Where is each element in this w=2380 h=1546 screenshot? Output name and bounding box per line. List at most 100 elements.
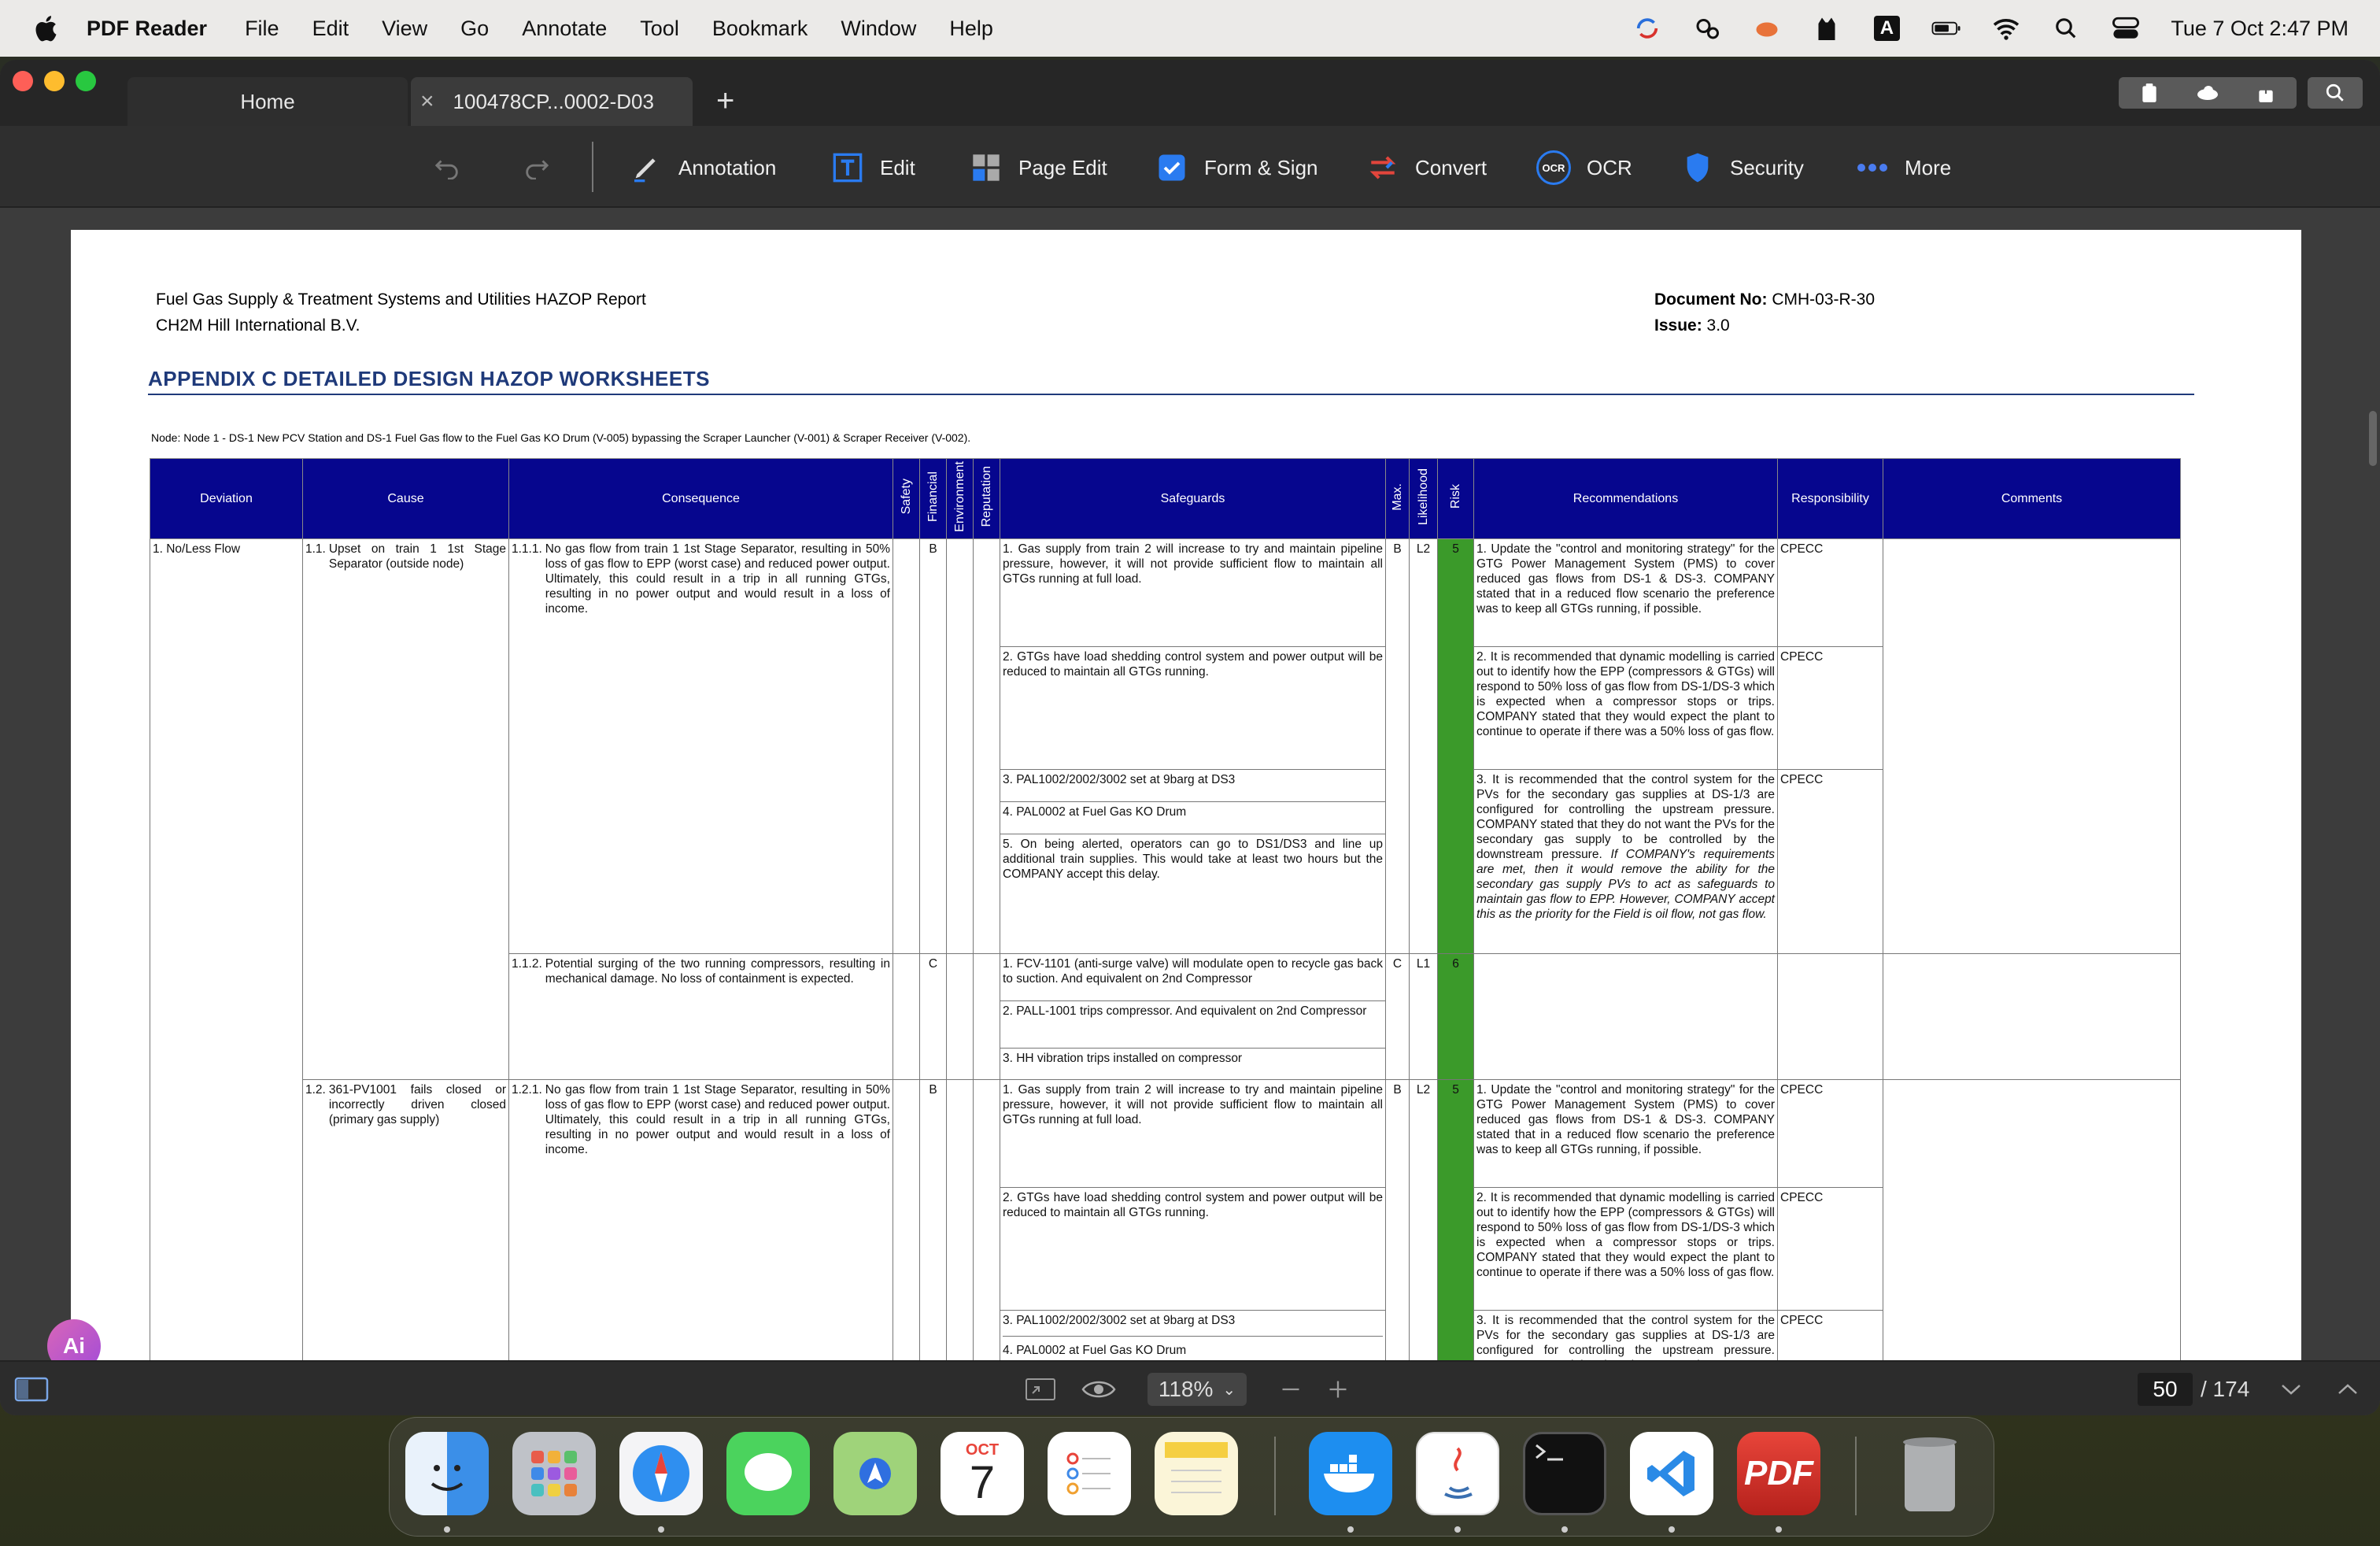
weather-icon[interactable] (1692, 13, 1722, 43)
main-toolbar: Annotation Edit Page Edit Form & Sign Co… (0, 126, 2380, 208)
consequence-cell: 1.1.2. Potential surging of the two runni… (508, 953, 893, 1080)
vscode-icon[interactable] (1630, 1432, 1713, 1515)
ocr-icon: OCR (1536, 150, 1571, 185)
wifi-icon[interactable] (1991, 13, 2021, 43)
menu-edit[interactable]: Edit (312, 17, 349, 41)
risk-cell: 6 (1437, 953, 1474, 1080)
apple-logo-icon[interactable] (31, 13, 63, 44)
more-tool[interactable]: More (1856, 150, 1951, 186)
cloud-icon[interactable] (2179, 85, 2237, 101)
safari-icon[interactable] (619, 1432, 703, 1515)
menu-file[interactable]: File (245, 17, 279, 41)
menu-bookmark[interactable]: Bookmark (712, 17, 808, 41)
control-center-icon[interactable] (2111, 13, 2141, 43)
status-menus: A Tue 7 Oct 2:47 PM (1632, 0, 2349, 57)
new-tab-button[interactable]: + (716, 83, 734, 119)
calendar-icon[interactable]: OCT 7 (941, 1432, 1024, 1515)
security-tool[interactable]: Security (1681, 150, 1804, 186)
col-safeguards: Safeguards (1000, 458, 1386, 539)
form-sign-tool[interactable]: Form & Sign (1155, 150, 1318, 186)
document-viewport[interactable]: Fuel Gas Supply & Treatment Systems and … (0, 208, 2380, 1415)
max-cell: B (1385, 1079, 1410, 1405)
tab-document[interactable]: × 100478CP...0002-D03 (411, 77, 693, 126)
safety-cell (893, 953, 920, 1080)
app-name-menu[interactable]: PDF Reader (87, 17, 207, 41)
docker-icon[interactable] (1309, 1432, 1392, 1515)
convert-icon (1366, 151, 1399, 184)
notes-icon[interactable] (1155, 1432, 1238, 1515)
menu-window[interactable]: Window (841, 17, 916, 41)
recommendation-cell: 3. It is recommended that the control sy… (1473, 769, 1778, 954)
reputation-cell (973, 1079, 1000, 1405)
spotlight-search-icon[interactable] (2051, 13, 2081, 43)
minus-icon (1282, 1388, 1299, 1391)
close-window-button[interactable] (13, 71, 33, 91)
minimize-window-button[interactable] (44, 71, 65, 91)
convert-tool[interactable]: Convert (1366, 150, 1487, 186)
edit-tool[interactable]: Edit (831, 150, 915, 186)
terminal-icon[interactable] (1523, 1432, 1606, 1515)
tab-document-label: 100478CP...0002-D03 (453, 89, 654, 113)
grid-icon (970, 151, 1003, 184)
menu-help[interactable]: Help (949, 17, 993, 41)
menu-annotate[interactable]: Annotate (522, 17, 607, 41)
calendar-day: 7 (969, 1456, 996, 1508)
next-page-button[interactable] (2279, 1373, 2303, 1406)
previous-page-button[interactable] (2336, 1373, 2360, 1406)
appendix-rule (148, 394, 2194, 395)
chevron-down-icon (2282, 1385, 2301, 1395)
sidebar-toggle-icon[interactable] (14, 1373, 49, 1406)
vscode-running-dot (1669, 1526, 1675, 1533)
maps-icon[interactable] (833, 1432, 917, 1515)
financial-cell: B (919, 538, 947, 954)
search-button[interactable] (2308, 77, 2363, 109)
undo-button[interactable] (434, 150, 461, 186)
launchpad-icon[interactable] (512, 1432, 596, 1515)
messages-icon[interactable] (726, 1432, 810, 1515)
menu-tool[interactable]: Tool (640, 17, 679, 41)
menu-clock[interactable]: Tue 7 Oct 2:47 PM (2171, 17, 2349, 41)
chevron-down-icon: ⌄ (1222, 1381, 1236, 1399)
safari-running-dot (658, 1526, 664, 1533)
col-max: Max. (1385, 458, 1410, 539)
recommendation-cell: 2. It is recommended that dynamic modell… (1473, 646, 1778, 770)
eye-icon[interactable] (1081, 1373, 1116, 1406)
undo-icon (434, 160, 458, 179)
vertical-scrollbar[interactable] (2369, 411, 2377, 466)
clipboard-icon[interactable] (2120, 83, 2179, 103)
zoom-in-button[interactable] (1327, 1373, 1349, 1406)
annotation-tool[interactable]: Annotation (630, 150, 776, 186)
ocr-tool[interactable]: OCR OCR (1536, 150, 1632, 186)
share-icon[interactable] (2237, 83, 2295, 103)
pdf-reader-dock-icon[interactable]: PDF (1737, 1432, 1820, 1515)
finder-icon[interactable] (405, 1432, 489, 1515)
reputation-cell (973, 953, 1000, 1080)
zoom-window-button[interactable] (76, 71, 96, 91)
page-edit-tool[interactable]: Page Edit (970, 150, 1107, 186)
appendix-title: APPENDIX C DETAILED DESIGN HAZOP WORKSHE… (148, 367, 710, 390)
sync-icon[interactable] (1632, 13, 1662, 43)
menu-view[interactable]: View (382, 17, 427, 41)
table-row: 1. No/Less Flow 1.1. Upset on train 1 1st… (150, 538, 2181, 1405)
search-icon (2326, 83, 2344, 102)
cloud-app-icon[interactable] (1752, 13, 1782, 43)
menu-go[interactable]: Go (460, 17, 489, 41)
input-source-icon[interactable]: A (1872, 13, 1901, 43)
cat-icon[interactable] (1812, 13, 1842, 43)
safeguard-cell: 1. Gas supply from train 2 will increase… (1000, 538, 1386, 647)
reminders-icon[interactable] (1048, 1432, 1131, 1515)
battery-icon[interactable] (1931, 13, 1961, 43)
fit-page-icon[interactable] (1025, 1373, 1056, 1406)
redo-button[interactable] (523, 150, 549, 186)
zoom-out-button[interactable] (1280, 1373, 1302, 1406)
risk-cell: 5 (1437, 1079, 1474, 1405)
page-number-input[interactable]: 50 (2138, 1373, 2193, 1406)
col-cause: Cause (302, 458, 509, 539)
tab-close-icon[interactable]: × (420, 88, 434, 115)
zoom-select[interactable]: 118% ⌄ (1148, 1373, 1247, 1406)
pen-icon (630, 151, 663, 184)
java-icon[interactable] (1416, 1432, 1499, 1515)
tab-home[interactable]: Home (128, 77, 408, 126)
cause-cell: 1.1. Upset on train 1 1st Stage Separator… (302, 538, 509, 1080)
trash-icon[interactable] (1888, 1432, 1972, 1515)
